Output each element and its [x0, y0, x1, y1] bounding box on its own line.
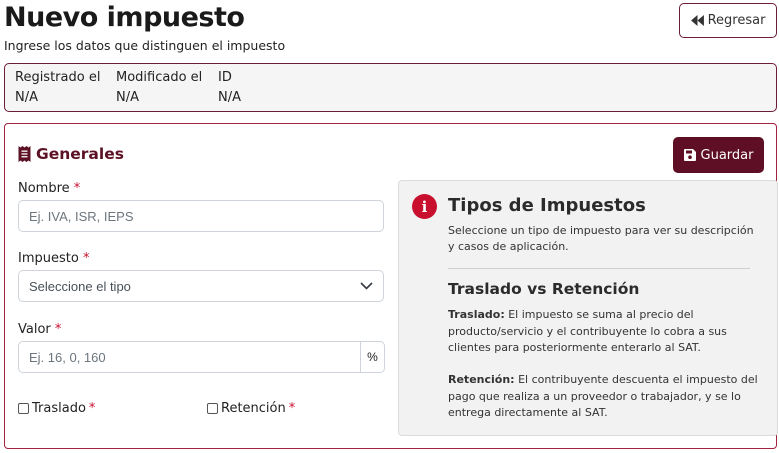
- valor-placeholder: Ej. 16, 0, 160: [29, 349, 106, 365]
- required-mark: *: [54, 322, 62, 337]
- percent-addon: %: [360, 341, 385, 373]
- required-mark: *: [288, 401, 296, 416]
- info-divider: [448, 268, 750, 269]
- meta-id-label: ID: [218, 70, 232, 85]
- required-mark: *: [73, 181, 81, 196]
- card-title-text: Generales: [36, 145, 124, 163]
- backward-icon: [690, 15, 704, 26]
- info-subtitle: Traslado vs Retención: [448, 280, 640, 298]
- card-title: Generales: [18, 145, 124, 163]
- nombre-label: Nombre *: [18, 181, 80, 196]
- page-title: Nuevo impuesto: [4, 2, 245, 33]
- meta-modified-label: Modificado el: [116, 70, 203, 85]
- valor-input[interactable]: Ej. 16, 0, 160 %: [18, 341, 385, 373]
- retencion-checkbox-box[interactable]: [207, 403, 218, 414]
- metadata-panel: Registrado el N/A Modificado el N/A ID N…: [4, 63, 777, 112]
- info-icon: i: [412, 194, 437, 219]
- retencion-checkbox-label: Retención: [221, 401, 286, 416]
- meta-modified-value: N/A: [116, 90, 139, 105]
- info-traslado-paragraph: Traslado: El impuesto se suma al precio …: [448, 307, 758, 357]
- meta-registered: Registrado el N/A: [15, 70, 100, 105]
- traslado-checkbox-label: Traslado: [32, 401, 86, 416]
- info-title: Tipos de Impuestos: [448, 195, 646, 216]
- required-mark: *: [88, 401, 96, 416]
- impuesto-label: Impuesto *: [18, 251, 89, 266]
- impuesto-label-text: Impuesto: [18, 251, 79, 266]
- meta-modified: Modificado el N/A: [116, 70, 202, 105]
- back-button[interactable]: Regresar: [679, 3, 777, 38]
- back-button-label: Regresar: [707, 13, 766, 28]
- traslado-checkbox[interactable]: Traslado *: [18, 401, 95, 416]
- page-subtitle: Ingrese los datos que distinguen el impu…: [4, 38, 286, 53]
- valor-label-text: Valor: [18, 322, 51, 337]
- info-description: Seleccione un tipo de impuesto para ver …: [448, 224, 754, 253]
- meta-registered-value: N/A: [15, 90, 38, 105]
- chevron-down-icon: [360, 282, 373, 290]
- generales-card: Generales Guardar Nombre * Ej. IVA, ISR,…: [4, 123, 778, 449]
- floppy-disk-icon: [683, 149, 696, 161]
- nombre-label-text: Nombre: [18, 181, 70, 196]
- save-button[interactable]: Guardar: [673, 137, 764, 173]
- traslado-checkbox-box[interactable]: [18, 403, 29, 414]
- meta-registered-label: Registrado el: [15, 70, 101, 85]
- receipt-icon: [18, 146, 31, 162]
- meta-id: ID N/A: [218, 70, 241, 105]
- save-button-label: Guardar: [700, 147, 754, 163]
- valor-label: Valor *: [18, 322, 61, 337]
- impuesto-selected-value: Seleccione el tipo: [29, 278, 131, 294]
- info-traslado-term: Traslado:: [448, 308, 505, 321]
- nombre-placeholder: Ej. IVA, ISR, IEPS: [29, 208, 134, 224]
- tax-types-info-panel: i Tipos de Impuestos Seleccione un tipo …: [398, 180, 778, 436]
- nombre-input[interactable]: Ej. IVA, ISR, IEPS: [18, 200, 384, 232]
- meta-id-value: N/A: [218, 90, 241, 105]
- impuesto-select[interactable]: Seleccione el tipo: [18, 270, 384, 302]
- info-retencion-paragraph: Retención: El contribuyente descuenta el…: [448, 372, 758, 422]
- required-mark: *: [82, 251, 90, 266]
- info-retencion-term: Retención:: [448, 373, 515, 386]
- retencion-checkbox[interactable]: Retención *: [207, 401, 295, 416]
